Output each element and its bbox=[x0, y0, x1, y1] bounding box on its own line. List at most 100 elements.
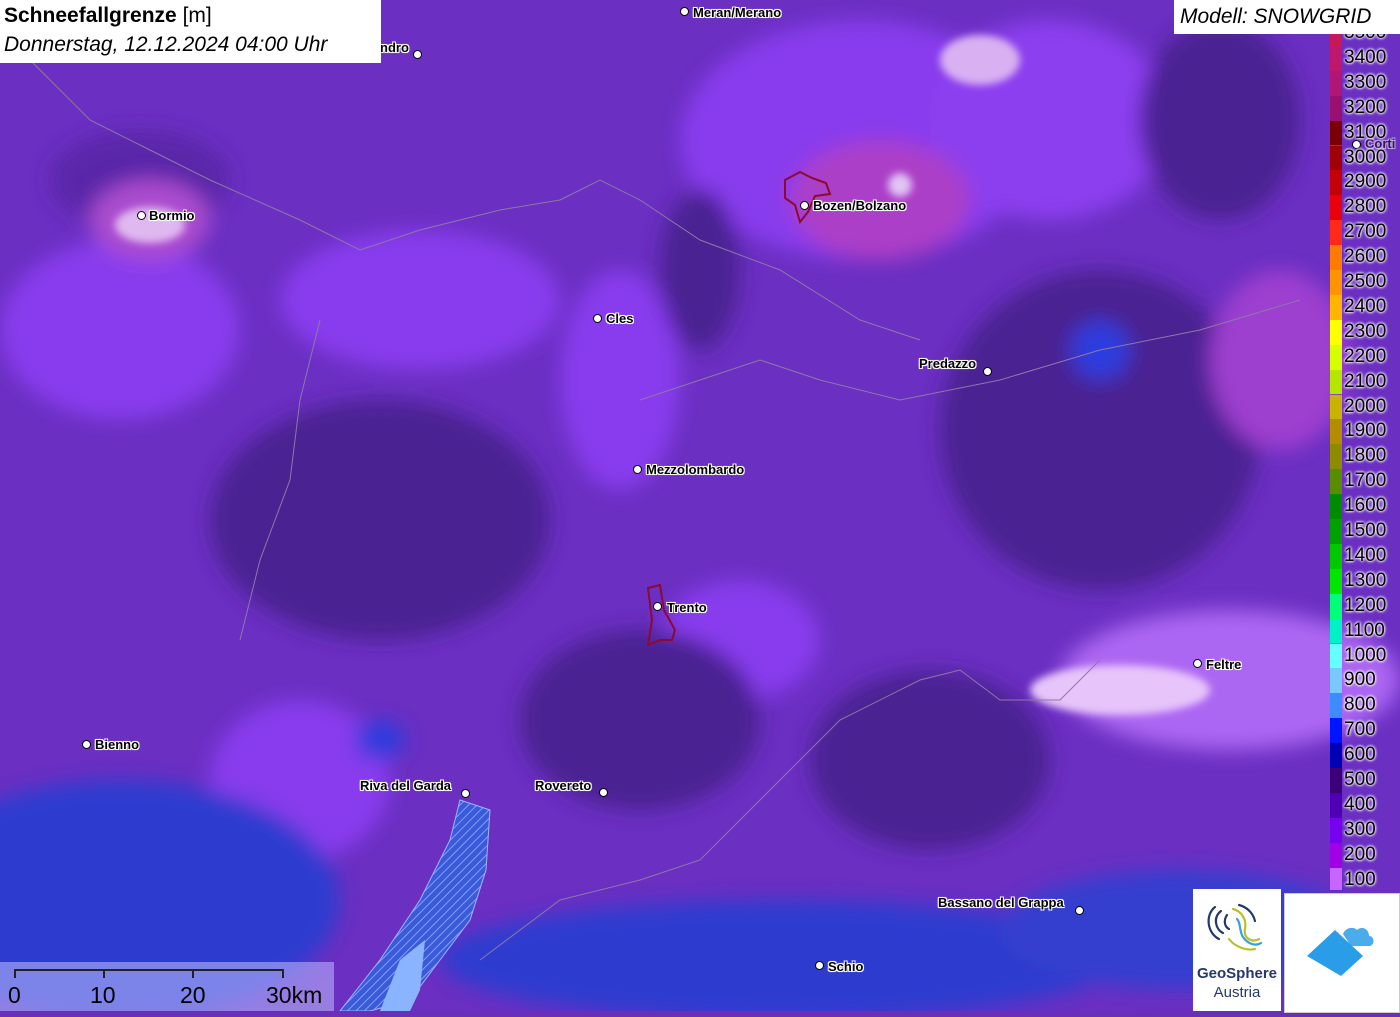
scale-tick bbox=[14, 969, 16, 978]
legend-swatch bbox=[1330, 618, 1342, 644]
legend-row: 300 bbox=[1326, 817, 1400, 843]
legend-row: 1900 bbox=[1326, 419, 1400, 445]
legend-row: 1100 bbox=[1326, 618, 1400, 644]
legend-row: 2300 bbox=[1326, 319, 1400, 345]
city-label-cles: Cles bbox=[606, 311, 634, 326]
legend-label: 2200 bbox=[1344, 345, 1387, 367]
city-label-rovereto: Rovereto bbox=[535, 778, 592, 793]
legend-label: 2500 bbox=[1344, 271, 1387, 292]
legend-swatch bbox=[1330, 120, 1342, 146]
legend-row: 600 bbox=[1326, 743, 1400, 768]
legend-swatch bbox=[1330, 369, 1342, 395]
legend-row: 3100 bbox=[1326, 120, 1400, 146]
legend-row: 400 bbox=[1326, 792, 1400, 818]
legend-swatch bbox=[1330, 668, 1342, 694]
legend-label: 100 bbox=[1344, 868, 1376, 890]
legend-label: 3500 bbox=[1344, 34, 1386, 44]
mountain-cloud-icon bbox=[1307, 927, 1374, 976]
city-marker[interactable] bbox=[413, 50, 422, 59]
scale-line bbox=[14, 969, 284, 971]
city-marker[interactable] bbox=[593, 314, 602, 323]
map-title: Schneefallgrenze [m] bbox=[4, 4, 212, 28]
city-marker[interactable] bbox=[1075, 906, 1084, 915]
legend-row: 2800 bbox=[1326, 195, 1400, 221]
legend-label: 1600 bbox=[1344, 495, 1387, 517]
legend-row: 2500 bbox=[1326, 270, 1400, 295]
legend-row: 1500 bbox=[1326, 519, 1400, 544]
legend-swatch bbox=[1330, 145, 1342, 171]
legend-label: 500 bbox=[1344, 769, 1376, 790]
city-label-feltre: Feltre bbox=[1206, 657, 1242, 672]
legend-label: 900 bbox=[1344, 669, 1376, 691]
legend-swatch bbox=[1330, 95, 1342, 121]
legend-row: 1800 bbox=[1326, 444, 1400, 470]
snowfall-line-map[interactable]: Meran/Merano ndro Bormio Bozen/Bolzano C… bbox=[0, 0, 1400, 1011]
city-marker[interactable] bbox=[680, 7, 689, 16]
city-marker[interactable] bbox=[599, 788, 608, 797]
city-marker[interactable] bbox=[800, 201, 809, 210]
map-datetime: Donnerstag, 12.12.2024 04:00 Uhr bbox=[4, 33, 328, 56]
scale-label-20: 20 bbox=[180, 982, 206, 1008]
legend-label: 800 bbox=[1344, 694, 1376, 716]
city-marker[interactable] bbox=[137, 211, 146, 220]
legend-row: 1300 bbox=[1326, 568, 1400, 594]
legend-row: 2100 bbox=[1326, 369, 1400, 395]
legend-label: 3400 bbox=[1344, 46, 1387, 68]
legend-swatch bbox=[1330, 768, 1342, 793]
legend-swatch bbox=[1330, 394, 1342, 420]
map-raster bbox=[0, 0, 1400, 1011]
geosphere-country: Austria bbox=[1213, 984, 1261, 1001]
legend-label: 1700 bbox=[1344, 470, 1387, 492]
legend-swatch bbox=[1330, 344, 1342, 370]
legend-label: 3000 bbox=[1344, 146, 1387, 168]
legend-swatch bbox=[1330, 245, 1342, 270]
legend-row: 200 bbox=[1326, 842, 1400, 868]
geosphere-logo[interactable]: GeoSphere Austria bbox=[1193, 889, 1281, 1011]
legend-swatch bbox=[1330, 469, 1342, 495]
geosphere-name: GeoSphere bbox=[1196, 965, 1278, 982]
legend-row: 3400 bbox=[1326, 45, 1400, 71]
legend-label: 2600 bbox=[1344, 246, 1387, 268]
legend-label: 2800 bbox=[1344, 196, 1387, 218]
city-marker[interactable] bbox=[82, 740, 91, 749]
city-marker[interactable] bbox=[815, 961, 824, 970]
legend-label: 200 bbox=[1344, 843, 1376, 865]
city-marker[interactable] bbox=[653, 602, 662, 611]
legend-row: 1700 bbox=[1326, 469, 1400, 495]
city-label-schio: Schio bbox=[828, 959, 864, 974]
partner-logo[interactable] bbox=[1284, 893, 1400, 1013]
legend-label: 2700 bbox=[1344, 221, 1387, 243]
legend-row: 3300 bbox=[1326, 70, 1400, 96]
city-label-bormio: Bormio bbox=[149, 208, 195, 223]
city-marker[interactable] bbox=[1193, 659, 1202, 668]
city-label-mezzolombardo: Mezzolombardo bbox=[646, 462, 745, 477]
geosphere-emblem-icon bbox=[1207, 903, 1263, 951]
legend-swatch bbox=[1330, 718, 1342, 744]
legend-row: 3000 bbox=[1326, 145, 1400, 171]
legend-label: 700 bbox=[1344, 719, 1376, 741]
scale-tick bbox=[282, 969, 284, 978]
legend-row: 1400 bbox=[1326, 543, 1400, 569]
legend-swatch bbox=[1330, 519, 1342, 544]
legend-swatch bbox=[1330, 294, 1342, 320]
legend-label: 2900 bbox=[1344, 171, 1387, 193]
city-marker[interactable] bbox=[633, 465, 642, 474]
legend-label: 3100 bbox=[1344, 121, 1387, 143]
legend-label: 1200 bbox=[1344, 594, 1387, 616]
city-marker[interactable] bbox=[461, 789, 470, 798]
scale-label-10: 10 bbox=[90, 982, 116, 1008]
legend-swatch bbox=[1330, 643, 1342, 669]
legend-label: 300 bbox=[1344, 818, 1376, 840]
legend-label: 1300 bbox=[1344, 569, 1387, 591]
model-box: Modell: SNOWGRID bbox=[1174, 0, 1400, 34]
city-label-meran: Meran/Merano bbox=[693, 5, 782, 20]
legend-label: 2100 bbox=[1344, 370, 1387, 392]
city-label-bozen: Bozen/Bolzano bbox=[813, 198, 907, 213]
legend-row: 1600 bbox=[1326, 494, 1400, 519]
city-marker[interactable] bbox=[983, 367, 992, 376]
color-legend: 3500 3400 3300 3200 3100 3000 2900 2800 2700 2600… bbox=[1326, 34, 1400, 890]
city-label-bienno: Bienno bbox=[95, 737, 140, 752]
legend-swatch bbox=[1330, 543, 1342, 569]
legend-label: 1800 bbox=[1344, 445, 1387, 467]
legend-swatch bbox=[1330, 45, 1342, 71]
